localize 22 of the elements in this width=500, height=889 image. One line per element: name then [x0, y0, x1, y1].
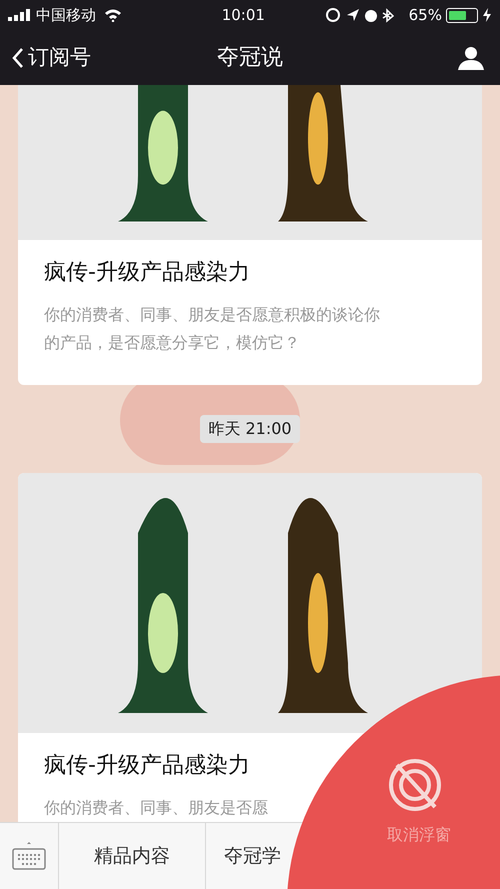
article-title: 疯传-升级产品感染力 — [44, 259, 251, 287]
article-description: 你的消费者、同事、朋友是否愿意积极的谈论你 — [44, 304, 381, 326]
cancel-float-label: 取消浮窗 — [387, 824, 451, 846]
article-title: 疯传-升级产品感染力 — [44, 752, 251, 780]
article-description: 的产品，是否愿意分享它，模仿它？ — [44, 332, 301, 354]
charging-bolt-icon — [482, 8, 492, 22]
keyboard-icon[interactable] — [12, 841, 46, 871]
page-title: 夺冠说 — [217, 44, 283, 72]
clock-time: 10:01 — [220, 4, 265, 26]
wifi-icon — [104, 8, 122, 22]
article-description: 你的消费者、同事、朋友是否愿 — [44, 797, 269, 819]
signal-icon — [8, 9, 32, 21]
cancel-float-icon — [387, 757, 443, 813]
back-button[interactable]: 订阅号 — [12, 42, 91, 74]
menu-tab[interactable]: 精品内容 — [59, 823, 206, 889]
chevron-left-icon — [12, 46, 24, 68]
timestamp-label: 昨天 21:00 — [200, 415, 300, 443]
battery-percent: 65% — [408, 4, 442, 26]
article-card[interactable]: 疯传-升级产品感染力 你的消费者、同事、朋友是否愿意积极的谈论你 的产品，是否愿意分享它，模仿它？ — [18, 85, 482, 385]
carrier-name: 中国移动 — [36, 4, 96, 26]
profile-icon[interactable] — [458, 46, 484, 70]
battery-icon — [446, 8, 478, 22]
